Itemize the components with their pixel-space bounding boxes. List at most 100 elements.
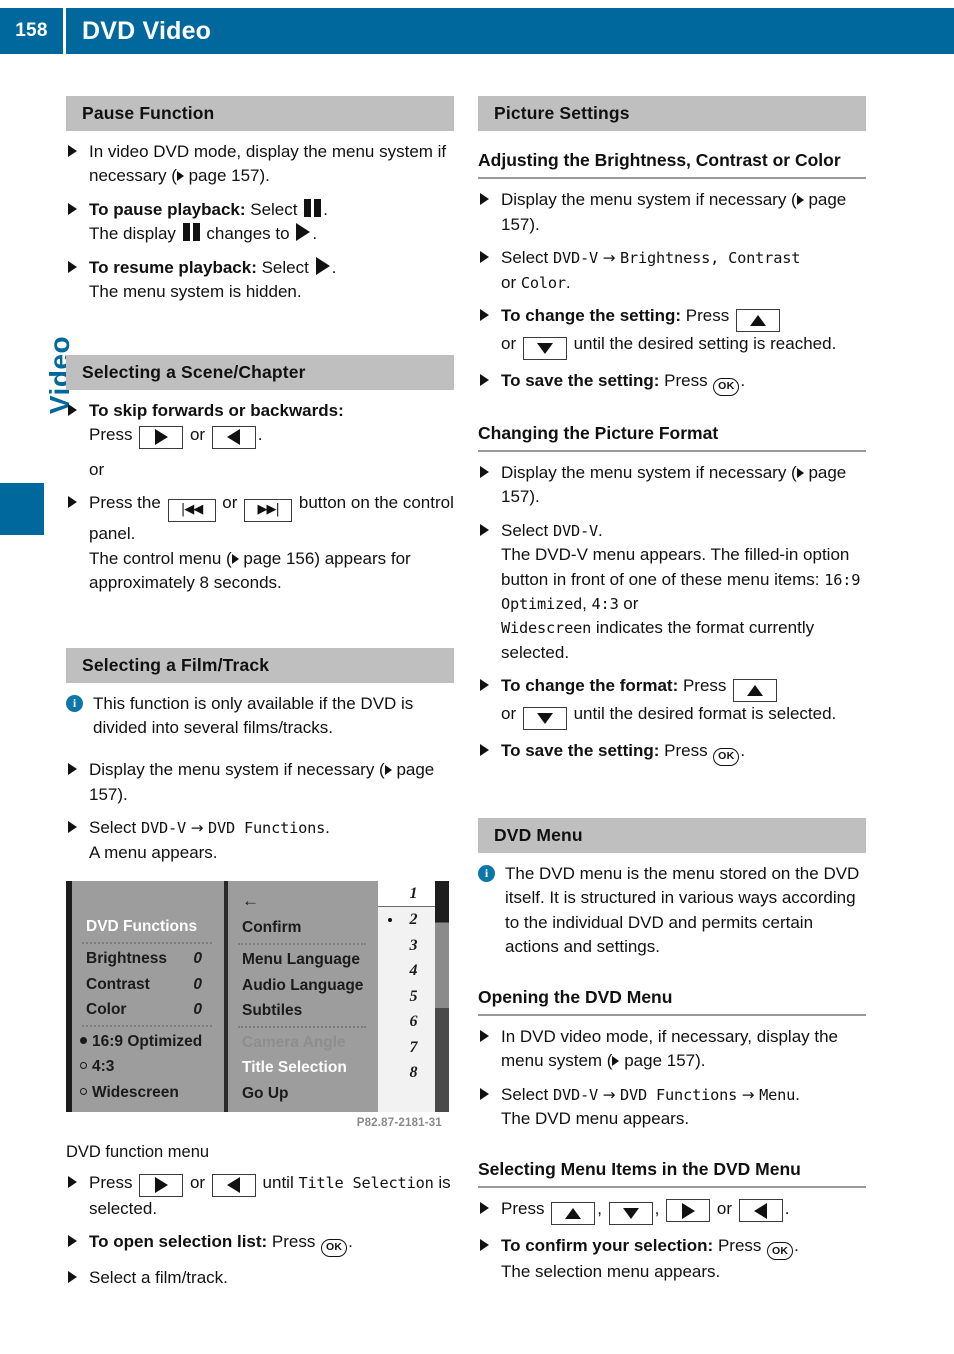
dvd-menu-setting-row[interactable]: Brightness 0 xyxy=(72,946,224,972)
instruction-text: Press xyxy=(659,741,708,761)
page-reference-icon xyxy=(612,1056,620,1067)
pause-icon xyxy=(182,223,200,242)
menu-path-token: DVD-V xyxy=(552,1085,599,1104)
bullet-marker-icon xyxy=(480,1029,489,1042)
instruction-label: To change the setting: xyxy=(501,305,682,325)
menu-option-token: Widescreen xyxy=(501,619,592,638)
info-text: This function is only available if the D… xyxy=(93,693,414,737)
ok-key-icon: OK xyxy=(713,747,740,766)
punctuation: . xyxy=(740,370,746,390)
list-item: In video DVD mode, display the menu syst… xyxy=(66,140,454,189)
dvd-menu-item-highlighted[interactable]: Title Selection xyxy=(228,1055,378,1081)
instruction-text: Select xyxy=(89,818,141,838)
dvd-menu-panel-title: DVD Functions xyxy=(86,918,198,936)
page-reference-icon xyxy=(176,171,184,182)
left-arrow-key-icon xyxy=(211,425,256,449)
section-heading-film-track: Selecting a Film/Track xyxy=(66,647,454,683)
instruction-text: or xyxy=(501,704,517,724)
instruction-text: The DVD-V menu appears. The filled-in op… xyxy=(501,545,850,589)
dvd-menu-format-option[interactable]: Widescreen xyxy=(72,1080,224,1106)
instruction-text: Press xyxy=(678,676,727,696)
bullet-marker-icon xyxy=(68,1235,77,1248)
instruction-text: or xyxy=(222,493,238,513)
instruction-text: or xyxy=(501,272,521,292)
dvd-menu-format-option[interactable]: 16:9 Optimized xyxy=(72,1029,224,1055)
bullet-marker-icon xyxy=(480,1201,489,1214)
dvd-menu-setting-row[interactable]: Color 0 xyxy=(72,997,224,1023)
setting-label: Brightness xyxy=(86,949,167,967)
bullet-marker-icon xyxy=(68,202,77,215)
ok-key-icon: OK xyxy=(713,377,740,396)
bullet-marker-icon xyxy=(68,496,77,509)
list-item: Display the menu system if necessary ( p… xyxy=(478,188,866,237)
punctuation: . xyxy=(331,257,337,277)
option-label: 16:9 Optimized xyxy=(92,1032,203,1050)
down-arrow-key-icon xyxy=(522,707,567,731)
punctuation: . xyxy=(794,1235,799,1255)
option-label: Widescreen xyxy=(92,1083,179,1101)
back-arrow-icon[interactable]: ← xyxy=(228,889,378,915)
instruction-text: Press xyxy=(681,305,730,325)
instruction-text: Select xyxy=(501,1084,553,1104)
down-arrow-key-icon xyxy=(608,1201,653,1225)
dvd-menu-format-option[interactable]: 4:3 xyxy=(72,1054,224,1080)
instruction-text: Press xyxy=(659,370,708,390)
bullet-marker-icon xyxy=(480,1087,489,1100)
list-item: To skip forwards or backwards: Press or … xyxy=(66,399,454,449)
dvd-menu-item[interactable]: Menu Language xyxy=(228,947,378,973)
subsection-heading-selecting-menu-items: Selecting Menu Items in the DVD Menu xyxy=(478,1158,801,1179)
instruction-text: A menu appears. xyxy=(89,842,218,862)
radio-unselected-icon xyxy=(80,1087,87,1095)
left-arrow-key-icon xyxy=(211,1173,256,1197)
dvd-menu-item[interactable]: Go Up xyxy=(228,1081,378,1107)
divider xyxy=(82,941,212,944)
up-arrow-key-icon xyxy=(551,1201,596,1225)
instruction-text: changes to xyxy=(206,224,290,244)
pause-icon xyxy=(304,198,322,217)
page-reference-icon xyxy=(231,553,239,564)
option-label: 4:3 xyxy=(92,1058,115,1076)
bullet-marker-icon xyxy=(480,679,489,692)
page-header: 158 DVD Video xyxy=(0,8,954,54)
instruction-text: The selection menu appears. xyxy=(501,1262,721,1282)
left-column: Pause Function In video DVD mode, displa… xyxy=(66,96,454,1290)
menu-path-token: Menu xyxy=(759,1085,796,1104)
instruction-text: The DVD menu appears. xyxy=(501,1109,690,1129)
dvd-menu-item[interactable]: Audio Language xyxy=(228,973,378,999)
list-item: To resume playback: Select . The menu sy… xyxy=(66,256,454,305)
instruction-text: Display the menu system if necessary ( xyxy=(89,760,385,780)
dvd-menu-item[interactable]: Confirm xyxy=(228,915,378,941)
instruction-label: To save the setting: xyxy=(501,370,660,390)
instruction-text: or xyxy=(716,1198,732,1218)
list-item: To change the setting: Press or until th… xyxy=(478,304,866,360)
dvd-menu-item[interactable]: Subtiles xyxy=(228,998,378,1024)
left-arrow-key-icon xyxy=(738,1199,783,1223)
punctuation: , xyxy=(597,1198,602,1218)
menu-path-arrow-icon: → xyxy=(598,1085,620,1104)
subsection-heading-adjust-bcc: Adjusting the Brightness, Contrast or Co… xyxy=(478,150,841,170)
instruction-text: until xyxy=(262,1173,299,1193)
menu-item-token: Title Selection xyxy=(298,1174,434,1193)
page-number: 158 xyxy=(15,20,48,41)
dvd-function-menu-figure: DVD Functions Brightness 0 Contrast 0 Co… xyxy=(66,881,454,1162)
instruction-text: Select xyxy=(501,248,553,268)
setting-label: Color xyxy=(86,1001,127,1019)
setting-label: Contrast xyxy=(86,975,150,993)
punctuation: . xyxy=(598,520,603,540)
menu-path-token: DVD-V xyxy=(552,521,599,540)
bullet-marker-icon xyxy=(480,251,489,264)
instruction-text: until the desired setting is reached. xyxy=(573,333,837,353)
instruction-text: The menu system is hidden. xyxy=(89,282,302,302)
menu-path-token: Contrast xyxy=(728,249,801,268)
instruction-label: To skip forwards or backwards: xyxy=(89,400,344,420)
bullet-marker-icon xyxy=(68,763,77,776)
right-arrow-key-icon xyxy=(666,1199,711,1223)
list-item: Press or until Title Selection is select… xyxy=(66,1171,454,1221)
setting-value: 0 xyxy=(193,975,202,993)
dvd-menu-left-panel: DVD Functions Brightness 0 Contrast 0 Co… xyxy=(72,881,224,1113)
dvd-menu-setting-row[interactable]: Contrast 0 xyxy=(72,972,224,998)
instruction-label: To resume playback: xyxy=(89,257,257,277)
bullet-marker-icon xyxy=(480,744,489,757)
bullet-marker-icon xyxy=(480,1238,489,1251)
menu-path-token: DVD-V xyxy=(552,249,599,268)
